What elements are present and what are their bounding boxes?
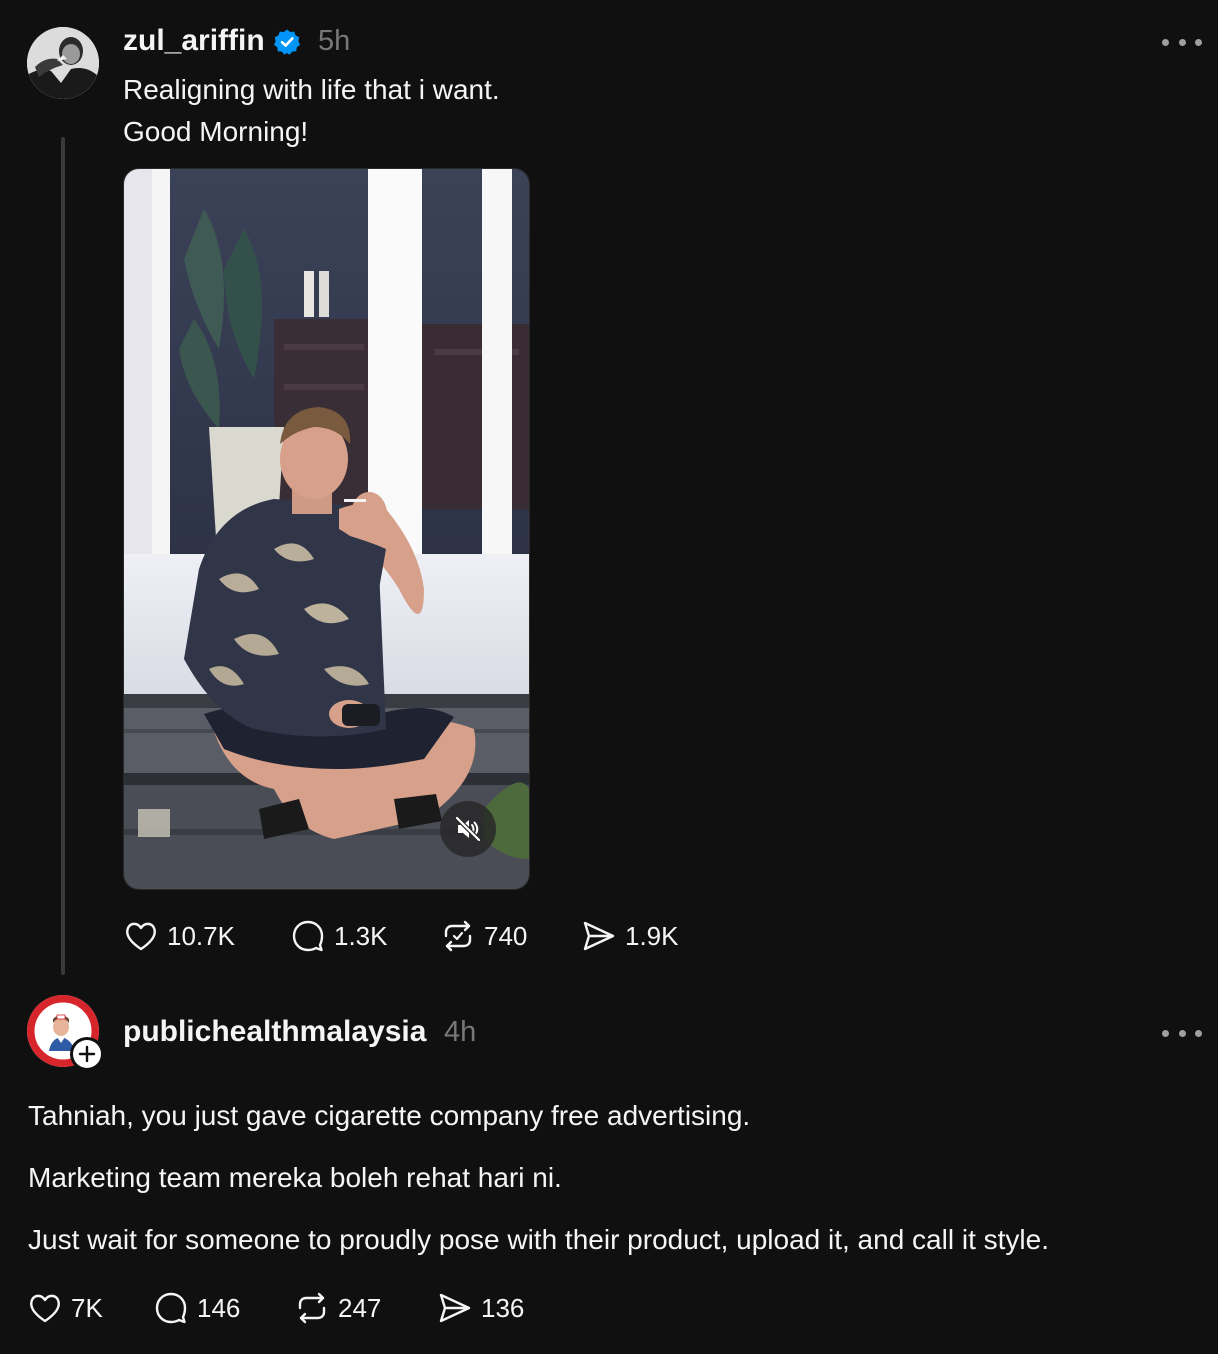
repost-count: 740 [484,920,528,951]
reply-button[interactable]: 1.3K [290,918,440,954]
comment-icon [292,920,324,952]
plus-icon-bg [73,1040,101,1068]
reply-count: 1.3K [334,920,388,951]
thread-line [61,137,65,975]
share-count: 136 [481,1292,525,1323]
username[interactable]: publichealthmalaysia [123,1015,426,1049]
post-paragraph-1: Tahniah, you just gave cigarette company… [28,1100,751,1131]
share-icon [583,921,615,951]
repost-icon [444,920,472,952]
more-icon[interactable] [1162,32,1202,52]
repost-icon [298,1292,326,1324]
share-button[interactable]: 136 [437,1290,524,1326]
like-count: 7K [71,1292,103,1323]
username[interactable]: zul_ariffin [123,24,265,58]
mute-icon[interactable] [440,801,496,857]
post-paragraph-2: Marketing team mereka boleh rehat hari n… [28,1162,562,1193]
mute-icon-glyph [454,815,482,843]
post-video[interactable] [123,168,530,890]
repost-button[interactable]: 740 [440,918,581,954]
reply-count: 146 [197,1292,241,1323]
heart-icon [30,1294,60,1323]
post-text-line-1: Realigning with life that i want. [123,74,500,105]
reply-button[interactable]: 146 [153,1290,294,1326]
repost-button[interactable]: 247 [294,1290,437,1326]
like-count: 10.7K [167,920,235,951]
post-text-line-2: Good Morning! [123,116,309,147]
avatar-photo [27,27,99,99]
plus-icon [78,1045,96,1063]
post-actions: 10.7K 1.3K 740 1.9K [123,918,679,954]
video-frame [124,169,529,889]
like-button[interactable]: 7K [27,1290,153,1326]
avatar[interactable] [27,27,99,99]
share-button[interactable]: 1.9K [581,918,679,954]
like-button[interactable]: 10.7K [123,918,290,954]
share-count: 1.9K [625,920,679,951]
follow-button[interactable] [70,1037,104,1071]
post-time[interactable]: 4h [444,1016,476,1049]
comment-icon [155,1292,187,1324]
post-paragraph-3: Just wait for someone to proudly pose wi… [28,1224,1049,1255]
share-icon [439,1293,471,1323]
post-time[interactable]: 5h [318,25,350,58]
verified-icon [274,29,300,55]
more-icon[interactable] [1162,1023,1202,1043]
post-actions: 7K 146 247 136 [27,1290,524,1326]
repost-count: 247 [338,1292,382,1323]
heart-icon [126,922,156,951]
